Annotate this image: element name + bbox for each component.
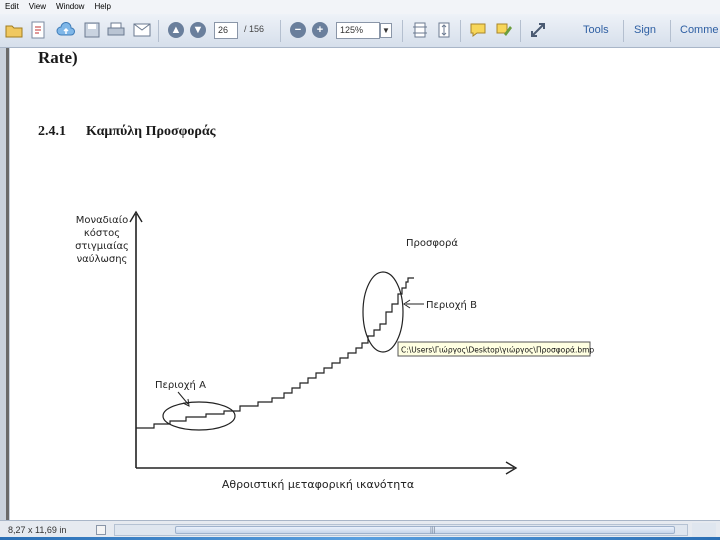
toolbar-separator <box>460 20 461 42</box>
supply-curve-label: Προσφορά <box>406 237 458 249</box>
page-edge-shadow <box>6 48 9 520</box>
highlight-icon[interactable] <box>494 20 514 40</box>
window-corner <box>692 523 716 537</box>
zoom-in-icon[interactable]: + <box>312 22 328 38</box>
menu-help[interactable]: Help <box>89 0 115 14</box>
zoom-out-icon[interactable]: − <box>290 22 306 38</box>
horizontal-scroll-thumb[interactable]: ||| <box>175 526 675 534</box>
x-axis-label: Αθροιστική μεταφορική ικανότητα <box>222 478 414 491</box>
page-size-toggle[interactable] <box>96 525 106 535</box>
comment-icon[interactable] <box>468 20 488 40</box>
comment-button[interactable]: Comme <box>680 24 720 36</box>
toolbar-separator <box>280 20 281 42</box>
menu-bar: Edit View Window Help <box>0 0 720 14</box>
menu-view[interactable]: View <box>24 0 51 14</box>
toolbar-separator <box>670 20 671 42</box>
email-icon[interactable] <box>132 20 152 40</box>
y-axis-label-line-1: Μοναδιαίο <box>76 214 129 226</box>
cloud-upload-icon[interactable] <box>56 20 76 40</box>
y-axis-label-line-3: στιγμιαίας <box>75 240 129 252</box>
horizontal-scrollbar[interactable]: ||| <box>114 524 688 536</box>
zoom-dropdown-icon[interactable]: ▼ <box>380 23 392 38</box>
fit-width-icon[interactable] <box>434 20 454 40</box>
print-icon[interactable] <box>106 20 126 40</box>
y-axis-label-line-2: κόστος <box>84 227 120 239</box>
toolbar-separator <box>623 20 624 42</box>
supply-curve-figure: Μοναδιαίο κόστος στιγμιαίας ναύλωσης Αθρ… <box>75 210 594 491</box>
menu-edit[interactable]: Edit <box>0 0 24 14</box>
document-page: Rate) 2.4.1 Καμπύλη Προσφοράς Μοναδιαίο … <box>10 48 720 520</box>
next-page-icon[interactable]: ▼ <box>190 22 206 38</box>
toolbar-separator <box>158 20 159 42</box>
create-pdf-icon[interactable] <box>28 20 48 40</box>
save-icon[interactable] <box>82 20 102 40</box>
supply-step-curve <box>136 277 414 429</box>
region-a-ellipse <box>162 401 236 431</box>
open-folder-icon[interactable] <box>4 20 24 40</box>
page-number-input[interactable]: 26 <box>214 22 238 39</box>
toolbar-separator <box>402 20 403 42</box>
zoom-input[interactable]: 125% <box>336 22 380 39</box>
file-path-tooltip-text: C:\Users\Γιώργος\Desktop\γιώργος\Προσφορ… <box>401 346 594 355</box>
fit-page-icon[interactable] <box>410 20 430 40</box>
pdf-reader-window: Edit View Window Help ▲ ▼ 26 / 156 − + 1… <box>0 0 720 540</box>
toolbar-separator <box>520 20 521 42</box>
region-b-label: Περιοχή Β <box>426 299 477 311</box>
full-screen-icon[interactable] <box>528 20 548 40</box>
document-viewport[interactable]: Rate) 2.4.1 Καμπύλη Προσφοράς Μοναδιαίο … <box>0 48 720 520</box>
region-a-pointer <box>177 391 189 405</box>
menu-window[interactable]: Window <box>51 0 89 14</box>
y-axis-label-line-4: ναύλωσης <box>77 253 128 265</box>
region-a-label: Περιοχή Α <box>155 379 206 391</box>
region-b-ellipse <box>362 271 404 353</box>
page-size-label: 8,27 x 11,69 in <box>8 525 67 535</box>
page-total: / 156 <box>244 24 265 34</box>
toolbar: ▲ ▼ 26 / 156 − + 125% ▼ Tools Sign Comme <box>0 14 720 48</box>
sign-button[interactable]: Sign <box>634 24 656 36</box>
tools-button[interactable]: Tools <box>583 24 609 36</box>
previous-page-icon[interactable]: ▲ <box>168 22 184 38</box>
scroll-grip-icon: ||| <box>430 527 436 534</box>
